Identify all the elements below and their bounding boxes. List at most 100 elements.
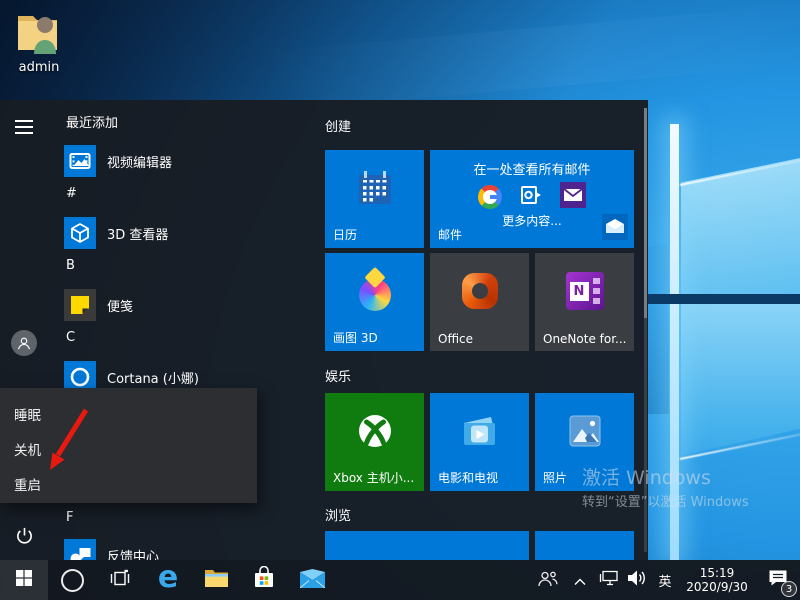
watermark-subtitle: 转到“设置”以激活 Windows [582,493,749,513]
edge-browser-button[interactable]: e [144,560,192,600]
tile-label: 邮件 [438,226,462,243]
tile-group-header-entertainment[interactable]: 娱乐 [325,366,351,385]
video-editor-icon [64,145,96,177]
windows-logo-icon [16,570,32,590]
file-explorer-button[interactable] [192,560,240,600]
language-indicator[interactable]: 英 [652,560,678,600]
sticky-notes-icon [64,289,96,321]
app-section-header-c[interactable]: C [66,329,75,347]
hamburger-icon [15,119,33,138]
paint-3d-icon [359,279,391,311]
tile-group-header-create[interactable]: 创建 [325,116,351,135]
activate-windows-watermark: 激活 Windows 转到“设置”以激活 Windows [582,466,749,513]
start-menu-user-button[interactable] [0,323,48,363]
tile-movies-tv[interactable]: 电影和电视 [430,393,529,491]
desktop-icon-label: admin [8,60,70,75]
clock-tray-button[interactable]: 15:19 2020/9/30 [678,560,756,600]
mail-envelope-icon [602,214,628,244]
tile-browse-small[interactable] [535,531,634,560]
tile-paint-3d[interactable]: 画图 3D [325,253,424,351]
feedback-hub-icon [64,539,96,560]
tile-label: 日历 [333,226,357,243]
tray-time: 15:19 [700,566,735,580]
wallpaper-window-pane [648,304,669,414]
file-explorer-icon [204,568,229,592]
app-section-header-hash[interactable]: # [66,185,77,203]
people-icon [538,570,558,591]
app-item-label: 3D 查看器 [107,224,168,243]
user-icon [11,330,37,356]
app-section-header-f[interactable]: F [66,509,73,527]
power-option-restart[interactable]: 重启 [0,465,257,502]
tile-browse-wide[interactable] [325,531,529,560]
power-option-shutdown[interactable]: 关机 [0,430,257,467]
tile-xbox[interactable]: Xbox 主机小... [325,393,424,491]
photos-icon [535,393,634,469]
tile-label: 电影和电视 [438,469,498,486]
taskbar: e [0,560,800,600]
people-tray-button[interactable] [530,560,566,600]
microsoft-store-button[interactable] [240,560,288,600]
app-item-feedback-hub[interactable]: 反馈中心 [48,537,298,560]
app-item-label: 视频编辑器 [107,152,172,171]
scrollbar-thumb[interactable] [644,108,647,318]
app-section-header-recent: 最近添加 [66,115,118,133]
tile-label: Office [438,332,473,346]
show-hidden-icons-button[interactable] [566,560,594,600]
start-button[interactable] [0,560,48,600]
app-item-label: 便笺 [107,296,133,315]
user-folder-icon [11,41,67,60]
yahoo-mail-icon [560,182,586,212]
start-menu-expand-button[interactable] [0,108,48,148]
watermark-title: 激活 Windows [582,466,749,490]
app-item-label: Cortana (小娜) [107,368,199,387]
onenote-icon: N [566,272,604,310]
tray-date: 2020/9/30 [686,580,748,594]
speaker-icon [627,570,647,590]
tile-label: 照片 [543,469,567,486]
task-view-icon [110,569,130,591]
3d-viewer-icon [64,217,96,249]
tile-label: Xbox 主机小... [333,469,414,486]
app-section-header-b[interactable]: B [66,257,75,275]
chevron-up-icon [574,571,586,590]
mail-tile-headline: 在一处查看所有邮件 [430,159,634,178]
volume-tray-button[interactable] [622,560,652,600]
tile-mail[interactable]: 在一处查看所有邮件 更多内容... 邮件 [430,150,634,248]
movies-tv-icon [430,393,529,469]
app-item-sticky-notes[interactable]: 便笺 [48,287,298,323]
tile-onenote[interactable]: N OneNote for... [535,253,634,351]
tile-office[interactable]: Office [430,253,529,351]
network-icon [599,570,618,590]
app-item-video-editor[interactable]: 视频编辑器 [48,143,298,179]
taskbar-empty-area [336,560,530,600]
task-view-button[interactable] [96,560,144,600]
start-menu-power-button[interactable] [0,517,48,557]
app-item-3d-viewer[interactable]: 3D 查看器 [48,215,298,251]
wallpaper-window-logo-bar [648,294,800,304]
power-flyout-menu: 睡眠 关机 重启 [0,388,257,503]
mail-icon [300,569,325,592]
screen: admin 最近添加 视频编辑器 # [0,0,800,600]
store-icon [253,566,275,594]
google-icon [478,185,502,209]
desktop-icon-admin-folder[interactable]: admin [8,8,70,84]
tile-calendar[interactable]: 日历 [325,150,424,248]
notification-count-badge: 3 [781,581,797,597]
xbox-icon [325,393,424,469]
tile-label: 画图 3D [333,329,378,346]
power-option-sleep[interactable]: 睡眠 [0,395,257,432]
tile-label: OneNote for... [543,332,627,346]
power-icon [15,526,34,549]
app-item-label: 反馈中心 [107,546,159,561]
edge-icon: e [158,563,178,593]
office-icon [462,273,498,309]
tile-group-header-browse[interactable]: 浏览 [325,505,351,524]
calendar-icon [325,150,424,226]
mail-app-button[interactable] [288,560,336,600]
network-tray-button[interactable] [594,560,622,600]
cortana-circle-icon [61,569,84,592]
outlook-icon [519,183,543,211]
cortana-search-button[interactable] [48,560,96,600]
action-center-button[interactable]: 3 [756,560,800,600]
